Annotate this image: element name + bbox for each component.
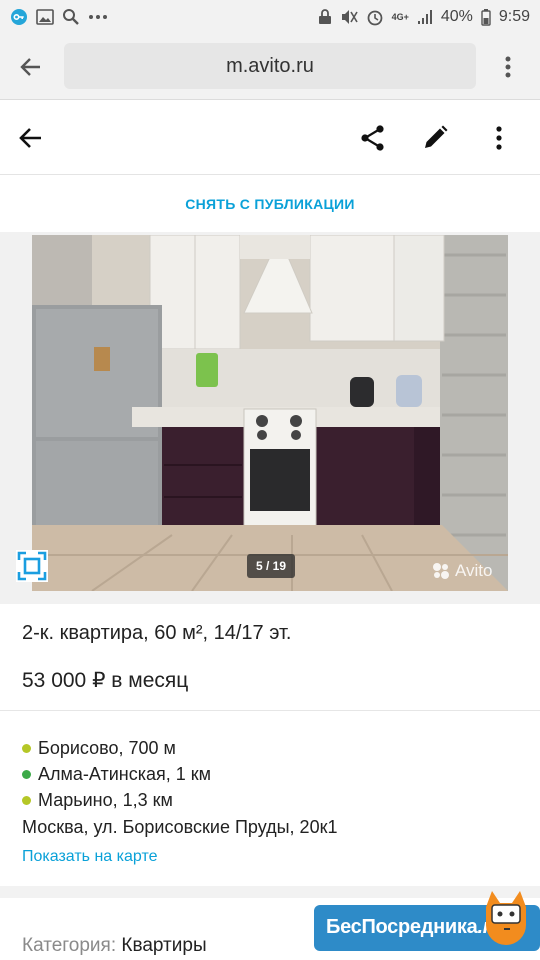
url-text: m.avito.ru xyxy=(226,54,314,77)
metro-item: Алма-Атинская, 1 км xyxy=(22,764,211,785)
category-label: Категория: xyxy=(22,935,117,956)
unpublish-button[interactable]: СНЯТЬ С ПУБЛИКАЦИИ xyxy=(0,176,540,232)
listing-title: 2-к. квартира, 60 м², 14/17 эт. xyxy=(22,622,292,644)
listing-photo[interactable] xyxy=(32,235,508,591)
more-notifications-icon xyxy=(88,14,108,20)
key-icon xyxy=(10,8,28,26)
browser-toolbar: m.avito.ru xyxy=(0,34,540,100)
browser-menu-icon[interactable] xyxy=(498,52,518,82)
alarm-icon xyxy=(366,8,384,26)
metro-line-dot xyxy=(22,744,31,753)
more-options-icon[interactable] xyxy=(482,121,516,155)
listing-address: Москва, ул. Борисовские Пруды, 20к1 xyxy=(22,817,338,837)
search-icon xyxy=(62,8,80,26)
photo-gallery[interactable]: 5 / 19 Avito xyxy=(0,232,540,604)
badge-brand: БесПосредника xyxy=(326,916,478,938)
app-header xyxy=(0,101,540,175)
category-value: Квартиры xyxy=(121,935,207,956)
battery-percent: 40% xyxy=(440,8,473,25)
fullscreen-icon[interactable] xyxy=(16,550,48,582)
avito-watermark: Avito xyxy=(431,561,493,581)
metro-item: Марьино, 1,3 км xyxy=(22,790,173,811)
metro-station: Марьино, 1,3 км xyxy=(38,790,173,810)
edit-pencil-icon[interactable] xyxy=(418,121,452,155)
metro-line-dot xyxy=(22,770,31,779)
share-icon[interactable] xyxy=(356,121,390,155)
category-row: Категория: Квартиры xyxy=(22,935,207,957)
watermark-text: Avito xyxy=(455,561,493,580)
browser-back-icon[interactable] xyxy=(16,52,46,82)
lock-icon xyxy=(318,9,332,25)
signal-icon xyxy=(417,9,433,25)
photo-counter: 5 / 19 xyxy=(247,554,295,578)
listing-price: 53 000 ₽ в месяц xyxy=(22,669,189,692)
mute-icon xyxy=(340,9,358,25)
back-arrow-icon[interactable] xyxy=(14,121,48,155)
image-icon xyxy=(36,9,54,25)
status-bar: 4G+ 40% 9:59 xyxy=(0,0,540,34)
bezposrednika-badge: БесПосредника.ru xyxy=(314,891,540,951)
address-bar[interactable]: m.avito.ru xyxy=(64,43,476,89)
show-on-map-link[interactable]: Показать на карте xyxy=(22,848,157,866)
clock: 9:59 xyxy=(498,8,530,25)
metro-station: Алма-Атинская, 1 км xyxy=(38,764,212,784)
divider xyxy=(0,710,540,711)
metro-line-dot xyxy=(22,796,31,805)
metro-item: Борисово, 700 м xyxy=(22,738,176,759)
battery-icon xyxy=(481,8,491,26)
metro-station: Борисово, 700 м xyxy=(38,738,176,758)
network-type: 4G+ xyxy=(391,12,409,22)
fox-mascot-icon xyxy=(474,885,536,947)
section-separator xyxy=(0,886,540,898)
